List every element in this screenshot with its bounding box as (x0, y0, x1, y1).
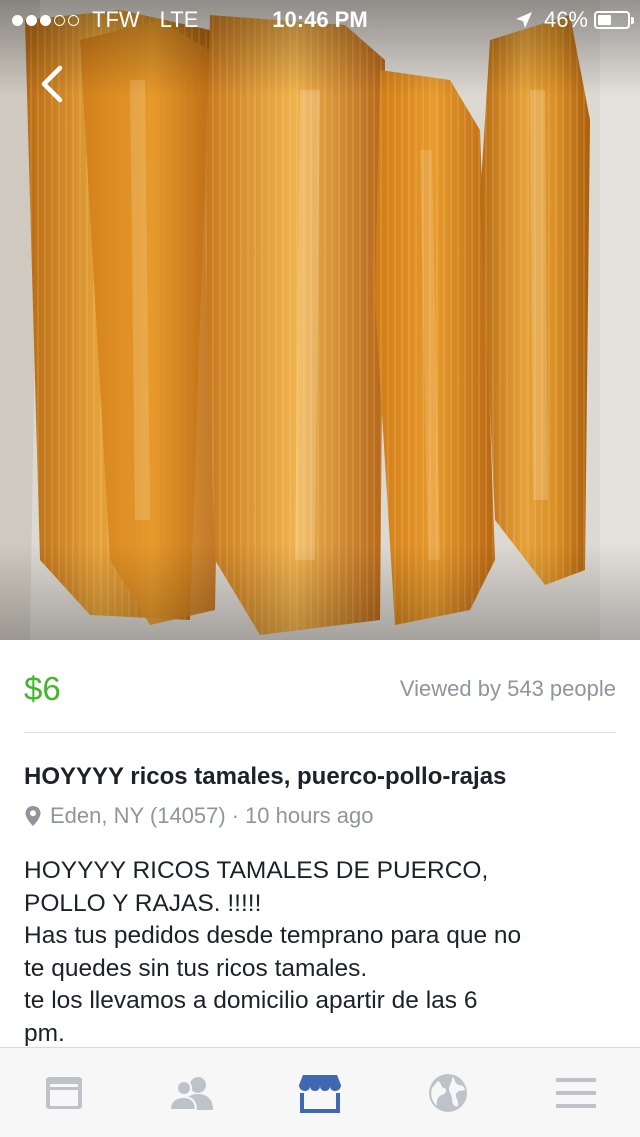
status-right: 46% (514, 0, 634, 40)
globe-icon (429, 1073, 467, 1112)
listing-location[interactable]: Eden, NY (14057) (50, 803, 226, 829)
status-bar: TFW LTE 10:46 PM 46% (0, 0, 640, 40)
friends-icon (169, 1076, 213, 1111)
bottom-tab-bar (0, 1047, 640, 1137)
description-line: Has tus pedidos desde temprano para que … (24, 922, 522, 949)
description-line: HOYYYY RICOS TAMALES DE PUERCO, (24, 857, 489, 884)
description-line: te quedes sin tus ricos tamales. (24, 954, 368, 982)
menu-icon (556, 1077, 596, 1108)
battery-fill (598, 15, 611, 25)
description-line: te los llevamos a domicilio apartir de l… (24, 987, 478, 1014)
battery-nub (631, 17, 634, 24)
tab-news-feed[interactable] (0, 1048, 128, 1137)
listing-description: HOYYYY RICOS TAMALES DE PUERCO, POLLO Y … (24, 855, 624, 1047)
battery-icon (594, 11, 634, 29)
price-row: $6 Viewed by 543 people (24, 640, 616, 733)
tab-friends[interactable] (128, 1048, 256, 1137)
chevron-left-icon (41, 65, 63, 103)
location-pin-icon (25, 806, 41, 826)
battery-percent: 46% (543, 7, 588, 32)
location-row: Eden, NY (14057) · 10 hours ago (24, 803, 373, 829)
tamales-image (0, 0, 640, 640)
listing-photo[interactable] (0, 0, 640, 640)
posted-time: 10 hours ago (245, 803, 374, 828)
view-count: Viewed by 543 people (399, 676, 616, 701)
news-feed-icon (46, 1076, 82, 1109)
separator-dot: · (231, 803, 240, 828)
tab-menu[interactable] (512, 1048, 640, 1137)
location-arrow-icon (515, 12, 532, 28)
listing-price: $6 (24, 670, 61, 707)
tab-marketplace[interactable] (256, 1048, 384, 1137)
marketplace-icon (299, 1074, 341, 1113)
tab-notifications-globe[interactable] (384, 1048, 512, 1137)
listing-title: HOYYYY ricos tamales, puerco-pollo-rajas (24, 763, 507, 790)
description-line: pm. (24, 1019, 65, 1047)
description-line: POLLO Y RAJAS. !!!!! (24, 889, 262, 917)
back-button[interactable] (30, 62, 74, 106)
